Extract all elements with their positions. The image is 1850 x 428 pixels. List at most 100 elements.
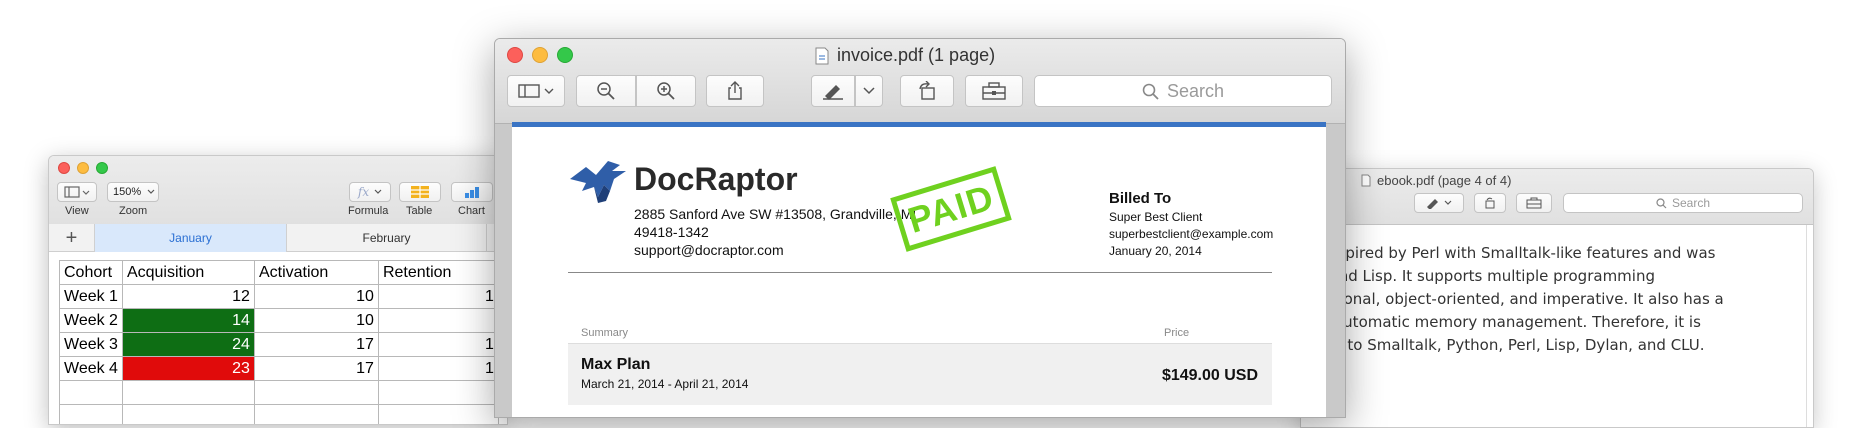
ebook-text-line: ffel and Lisp. It supports multiple prog… bbox=[1301, 267, 1655, 285]
company-name: DocRaptor bbox=[634, 161, 798, 197]
empty-cell[interactable] bbox=[59, 380, 123, 405]
price-column-label: Price bbox=[1164, 327, 1190, 339]
view-button[interactable] bbox=[57, 182, 97, 202]
empty-cell[interactable] bbox=[121, 380, 255, 405]
ebook-search-field[interactable]: Search bbox=[1563, 193, 1803, 213]
table-label: Table bbox=[406, 205, 433, 217]
empty-cell[interactable] bbox=[253, 380, 379, 405]
retention-cell[interactable]: 1 bbox=[377, 356, 499, 381]
sidebar-icon bbox=[64, 186, 90, 198]
sidebar-toggle-button[interactable] bbox=[507, 75, 565, 107]
table-header-row: Cohort Acquisition Activation Retention bbox=[59, 260, 499, 285]
billed-to-label: Billed To bbox=[1109, 190, 1172, 207]
zoom-select[interactable]: 150% bbox=[107, 182, 159, 202]
search-icon bbox=[1656, 197, 1667, 208]
chart-icon bbox=[465, 187, 479, 198]
ebook-toolbar: ebook.pdf (page 4 of 4) Search bbox=[1301, 169, 1813, 225]
minimize-button[interactable] bbox=[77, 162, 89, 174]
formula-button[interactable]: fx bbox=[349, 182, 391, 202]
table-row bbox=[59, 380, 499, 405]
activation-cell[interactable]: 17 bbox=[253, 356, 379, 381]
acquisition-cell[interactable]: 12 bbox=[121, 284, 255, 309]
invoice-page: DocRaptor 2885 Sanford Ave SW #13508, Gr… bbox=[512, 122, 1326, 417]
share-button[interactable] bbox=[706, 75, 764, 107]
header-divider bbox=[568, 272, 1272, 273]
markup-menu-button[interactable] bbox=[855, 75, 883, 107]
invoice-window: invoice.pdf (1 page) Search DocRaptor 28… bbox=[494, 38, 1346, 418]
retention-cell[interactable] bbox=[377, 308, 499, 333]
pen-icon bbox=[1427, 199, 1452, 209]
empty-cell[interactable] bbox=[377, 380, 499, 405]
ebook-rotate-button[interactable] bbox=[1474, 193, 1506, 213]
invoice-title: invoice.pdf (1 page) bbox=[815, 45, 995, 66]
header-cell[interactable]: Retention bbox=[377, 260, 499, 285]
formula-label: Formula bbox=[348, 205, 389, 217]
chevron-down-icon bbox=[863, 87, 875, 95]
invoice-search-field[interactable]: Search bbox=[1034, 75, 1332, 107]
company-email: support@docraptor.com bbox=[634, 242, 784, 258]
zoom-window-button[interactable] bbox=[96, 162, 108, 174]
plan-dates: March 21, 2014 - April 21, 2014 bbox=[581, 377, 749, 391]
zoom-out-icon bbox=[597, 82, 615, 100]
cohort-cell[interactable]: Week 1 bbox=[59, 284, 123, 309]
cohort-cell[interactable]: Week 3 bbox=[59, 332, 123, 357]
activation-cell[interactable]: 17 bbox=[253, 332, 379, 357]
zoom-in-button[interactable] bbox=[636, 75, 696, 107]
plan-name: Max Plan bbox=[581, 356, 651, 373]
ebook-text-line: functional, object-oriented, and imperat… bbox=[1301, 290, 1724, 308]
table-row: Week 2 14 10 bbox=[59, 308, 499, 333]
activation-cell[interactable]: 10 bbox=[253, 308, 379, 333]
zoom-label: Zoom bbox=[119, 205, 148, 217]
zoom-window-button[interactable] bbox=[557, 47, 573, 63]
plan-price: $149.00 USD bbox=[1161, 367, 1258, 384]
acquisition-cell[interactable]: 14 bbox=[121, 308, 255, 333]
tab-january[interactable]: January bbox=[95, 224, 287, 252]
retention-cell[interactable]: 1 bbox=[377, 284, 499, 309]
zoom-value: 150% bbox=[113, 186, 142, 198]
tab-label: February bbox=[362, 231, 411, 245]
zoom-in-icon bbox=[657, 82, 675, 100]
acquisition-cell[interactable]: 24 bbox=[121, 332, 255, 357]
numbers-window: View 150% Zoom fx Formula Table Chart + … bbox=[48, 155, 508, 425]
close-button[interactable] bbox=[58, 162, 70, 174]
sidebar-icon bbox=[518, 84, 554, 98]
activation-cell[interactable]: 10 bbox=[253, 284, 379, 309]
share-icon bbox=[728, 81, 742, 100]
summary-column-label: Summary bbox=[581, 327, 629, 339]
rotate-icon bbox=[1485, 197, 1495, 209]
zoom-out-button[interactable] bbox=[576, 75, 636, 107]
header-cell[interactable]: Activation bbox=[253, 260, 379, 285]
table-icon bbox=[411, 186, 429, 198]
ebook-markup-button[interactable] bbox=[1414, 193, 1464, 213]
rotate-button[interactable] bbox=[900, 75, 954, 107]
ebook-toolbox-button[interactable] bbox=[1516, 193, 1552, 213]
docraptor-logo-icon bbox=[570, 161, 626, 203]
company-address-line2: 49418-1342 bbox=[634, 224, 709, 240]
chevron-down-icon bbox=[374, 189, 382, 194]
ebook-title: ebook.pdf (page 4 of 4) bbox=[1361, 173, 1511, 188]
minimize-button[interactable] bbox=[532, 47, 548, 63]
retention-cell[interactable]: 1 bbox=[377, 332, 499, 357]
cohort-cell[interactable]: Week 4 bbox=[59, 356, 123, 381]
chevron-down-icon bbox=[147, 189, 155, 194]
toolbox-button[interactable] bbox=[965, 75, 1023, 107]
table-row: Week 1 12 10 1 bbox=[59, 284, 499, 309]
company-address-line1: 2885 Sanford Ave SW #13508, Grandville, … bbox=[634, 206, 917, 222]
pdf-file-icon bbox=[815, 47, 829, 64]
header-cell[interactable]: Cohort bbox=[59, 260, 123, 285]
client-email: superbestclient@example.com bbox=[1109, 227, 1274, 241]
tab-february[interactable]: February bbox=[287, 224, 487, 252]
cohort-cell[interactable]: Week 2 bbox=[59, 308, 123, 333]
markup-button[interactable] bbox=[811, 75, 855, 107]
ebook-search-placeholder: Search bbox=[1671, 196, 1711, 210]
ebook-title-text: ebook.pdf (page 4 of 4) bbox=[1377, 173, 1512, 188]
chart-button[interactable] bbox=[451, 182, 493, 202]
invoice-toolbar: invoice.pdf (1 page) Search bbox=[495, 39, 1345, 124]
close-button[interactable] bbox=[507, 47, 523, 63]
header-cell[interactable]: Acquisition bbox=[121, 260, 255, 285]
acquisition-cell[interactable]: 23 bbox=[121, 356, 255, 381]
add-sheet-button[interactable]: + bbox=[49, 224, 95, 252]
table-button[interactable] bbox=[399, 182, 441, 202]
plus-icon: + bbox=[65, 226, 78, 249]
ebook-page: ax inspired by Perl with Smalltalk-like … bbox=[1301, 225, 1807, 427]
